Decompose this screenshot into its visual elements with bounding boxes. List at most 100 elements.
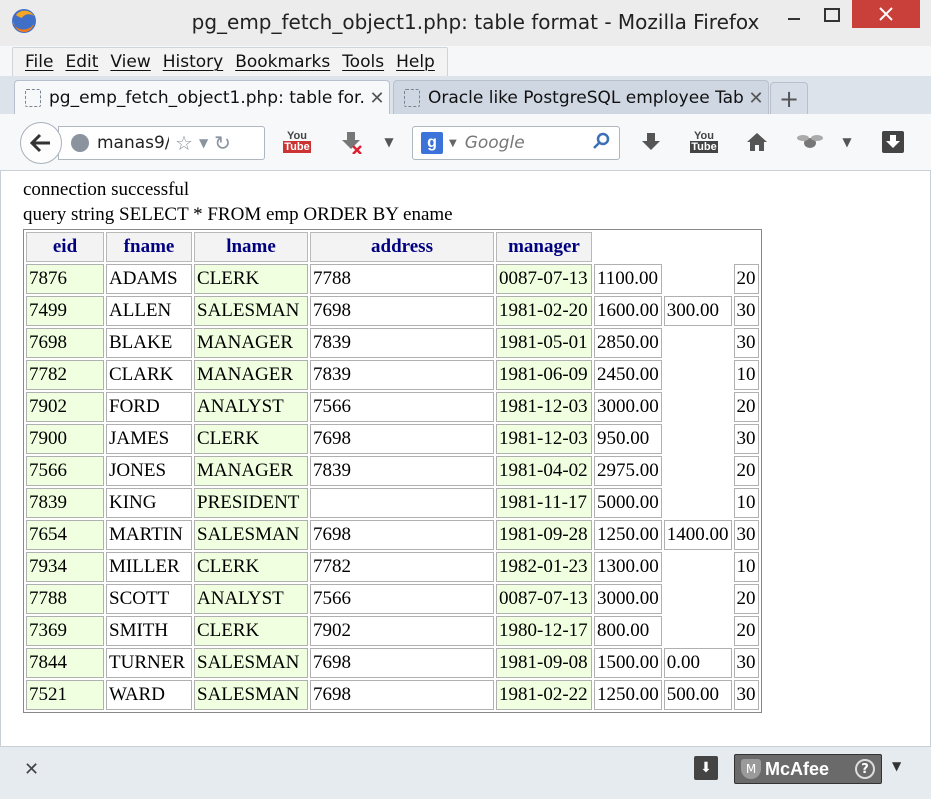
- tab-emp-fetch[interactable]: pg_emp_fetch_object1.php: table for... ✕: [14, 80, 390, 115]
- salary-cell: 1100.00: [594, 264, 662, 294]
- commission-cell: [664, 584, 732, 614]
- eid-cell: 7902: [26, 392, 104, 422]
- download-icon[interactable]: [638, 128, 664, 156]
- menu-history[interactable]: History: [163, 52, 223, 72]
- eid-cell: 7782: [26, 360, 104, 390]
- table-row: 7876 ADAMS CLERK 7788 0087-07-13 1100.00 20: [26, 264, 759, 294]
- address-cell: 7839: [310, 360, 494, 390]
- dept-cell: 30: [733, 424, 759, 454]
- fname-cell: FORD: [106, 392, 192, 422]
- chevron-down-icon[interactable]: ▼: [449, 138, 457, 149]
- dept-cell: 20: [733, 264, 759, 294]
- table-row: 7369 SMITH CLERK 7902 1980-12-17 800.00 20: [26, 616, 759, 646]
- lname-cell: CLERK: [194, 616, 308, 646]
- minimize-icon: [788, 18, 800, 20]
- lname-cell: SALESMAN: [194, 680, 308, 710]
- close-addon-bar-icon[interactable]: ✕: [24, 759, 39, 780]
- dropdown-arrow-icon[interactable]: ▼: [199, 136, 208, 150]
- table-row: 7499 ALLEN SALESMAN 7698 1981-02-20 1600.00 30…: [26, 296, 759, 326]
- table-header-row: eid fname lname address manager: [26, 232, 759, 262]
- new-tab-button[interactable]: +: [770, 82, 808, 115]
- dept-cell: 30: [733, 680, 759, 710]
- table-row: 7654 MARTIN SALESMAN 7698 1981-09-28 1250.00 1…: [26, 520, 759, 550]
- table-body: 7876 ADAMS CLERK 7788 0087-07-13 1100.00 20 749…: [26, 264, 759, 710]
- eid-cell: 7876: [26, 264, 104, 294]
- manager-cell: 1981-06-09: [496, 360, 592, 390]
- tab-close-icon[interactable]: ✕: [365, 88, 389, 109]
- url-bar[interactable]: manas9/l ☆ ▼ ↻: [58, 126, 265, 160]
- commission-cell: [664, 328, 732, 358]
- search-bar[interactable]: g ▼ Google: [412, 126, 620, 160]
- commission-cell: [664, 392, 732, 422]
- address-cell: 7788: [310, 264, 494, 294]
- dropdown-arrow-icon[interactable]: ▼: [382, 128, 396, 156]
- download-blocked-icon[interactable]: [338, 128, 364, 156]
- minimize-button[interactable]: [774, 0, 814, 30]
- lname-cell: CLERK: [194, 424, 308, 454]
- reload-icon[interactable]: ↻: [214, 131, 231, 155]
- commission-cell: [664, 360, 732, 390]
- lname-cell: CLERK: [194, 264, 308, 294]
- address-cell: 7902: [310, 616, 494, 646]
- eid-cell: 7788: [26, 584, 104, 614]
- menu-bar: File Edit View History Bookmarks Tools H…: [12, 47, 448, 77]
- salary-cell: 2450.00: [594, 360, 662, 390]
- manager-cell: 1981-02-20: [496, 296, 592, 326]
- manager-cell: 0087-07-13: [496, 264, 592, 294]
- tab-close-icon[interactable]: ✕: [744, 88, 768, 109]
- eid-cell: 7369: [26, 616, 104, 646]
- chevron-down-icon[interactable]: ▼: [892, 759, 901, 773]
- menu-tools[interactable]: Tools: [342, 52, 384, 72]
- star-icon[interactable]: ☆: [175, 131, 193, 155]
- menu-bookmarks[interactable]: Bookmarks: [235, 52, 330, 72]
- menu-edit[interactable]: Edit: [65, 52, 98, 72]
- addon-fly-icon[interactable]: [796, 128, 824, 156]
- maximize-button[interactable]: [814, 0, 850, 30]
- back-button[interactable]: [20, 122, 62, 164]
- menu-file[interactable]: File: [25, 52, 53, 72]
- address-cell: 7839: [310, 456, 494, 486]
- table-row: 7844 TURNER SALESMAN 7698 1981-09-08 1500.00 0…: [26, 648, 759, 678]
- manager-cell: 1981-09-28: [496, 520, 592, 550]
- commission-cell: 1400.00: [663, 520, 732, 550]
- commission-cell: 0.00: [663, 648, 732, 678]
- download-icon[interactable]: ⬇: [694, 756, 718, 780]
- fname-cell: SCOTT: [106, 584, 192, 614]
- url-text[interactable]: manas9/l: [97, 133, 169, 153]
- youtube-icon[interactable]: You Tube: [690, 128, 718, 156]
- address-cell: 7566: [310, 584, 494, 614]
- manager-cell: 1981-11-17: [496, 488, 592, 518]
- home-icon[interactable]: [744, 128, 770, 156]
- fname-cell: JAMES: [106, 424, 192, 454]
- downloads-panel-icon[interactable]: [880, 128, 906, 156]
- search-icon[interactable]: [593, 132, 611, 155]
- fname-cell: BLAKE: [106, 328, 192, 358]
- menu-help[interactable]: Help: [396, 52, 435, 72]
- help-icon[interactable]: ?: [855, 759, 875, 779]
- table-row: 7900 JAMES CLERK 7698 1981-12-03 950.00 30: [26, 424, 759, 454]
- dept-cell: 30: [733, 296, 759, 326]
- search-input[interactable]: Google: [465, 133, 593, 153]
- address-cell: 7698: [310, 648, 494, 678]
- fname-cell: MARTIN: [106, 520, 192, 550]
- address-cell: 7782: [310, 552, 494, 582]
- lname-cell: MANAGER: [194, 456, 308, 486]
- page-icon: [25, 89, 41, 107]
- manager-cell: 1981-02-22: [496, 680, 592, 710]
- tab-oracle-like[interactable]: Oracle like PostgreSQL employee Table ✕: [393, 80, 769, 115]
- salary-cell: 5000.00: [594, 488, 662, 518]
- page-content: connection successful query string SELEC…: [0, 171, 931, 746]
- commission-cell: [664, 616, 732, 646]
- eid-cell: 7934: [26, 552, 104, 582]
- tab-strip: pg_emp_fetch_object1.php: table for... ✕…: [0, 76, 931, 115]
- lname-cell: ANALYST: [194, 584, 308, 614]
- menu-view[interactable]: View: [110, 52, 150, 72]
- tab-label: pg_emp_fetch_object1.php: table for...: [49, 88, 365, 108]
- back-arrow-icon: [30, 133, 50, 153]
- eid-cell: 7844: [26, 648, 104, 678]
- dropdown-arrow-icon[interactable]: ▼: [840, 128, 854, 156]
- youtube-downloader-icon[interactable]: You Tube: [283, 128, 311, 156]
- close-window-button[interactable]: [852, 0, 920, 28]
- eid-cell: 7698: [26, 328, 104, 358]
- mcafee-button[interactable]: M McAfee ?: [734, 754, 882, 784]
